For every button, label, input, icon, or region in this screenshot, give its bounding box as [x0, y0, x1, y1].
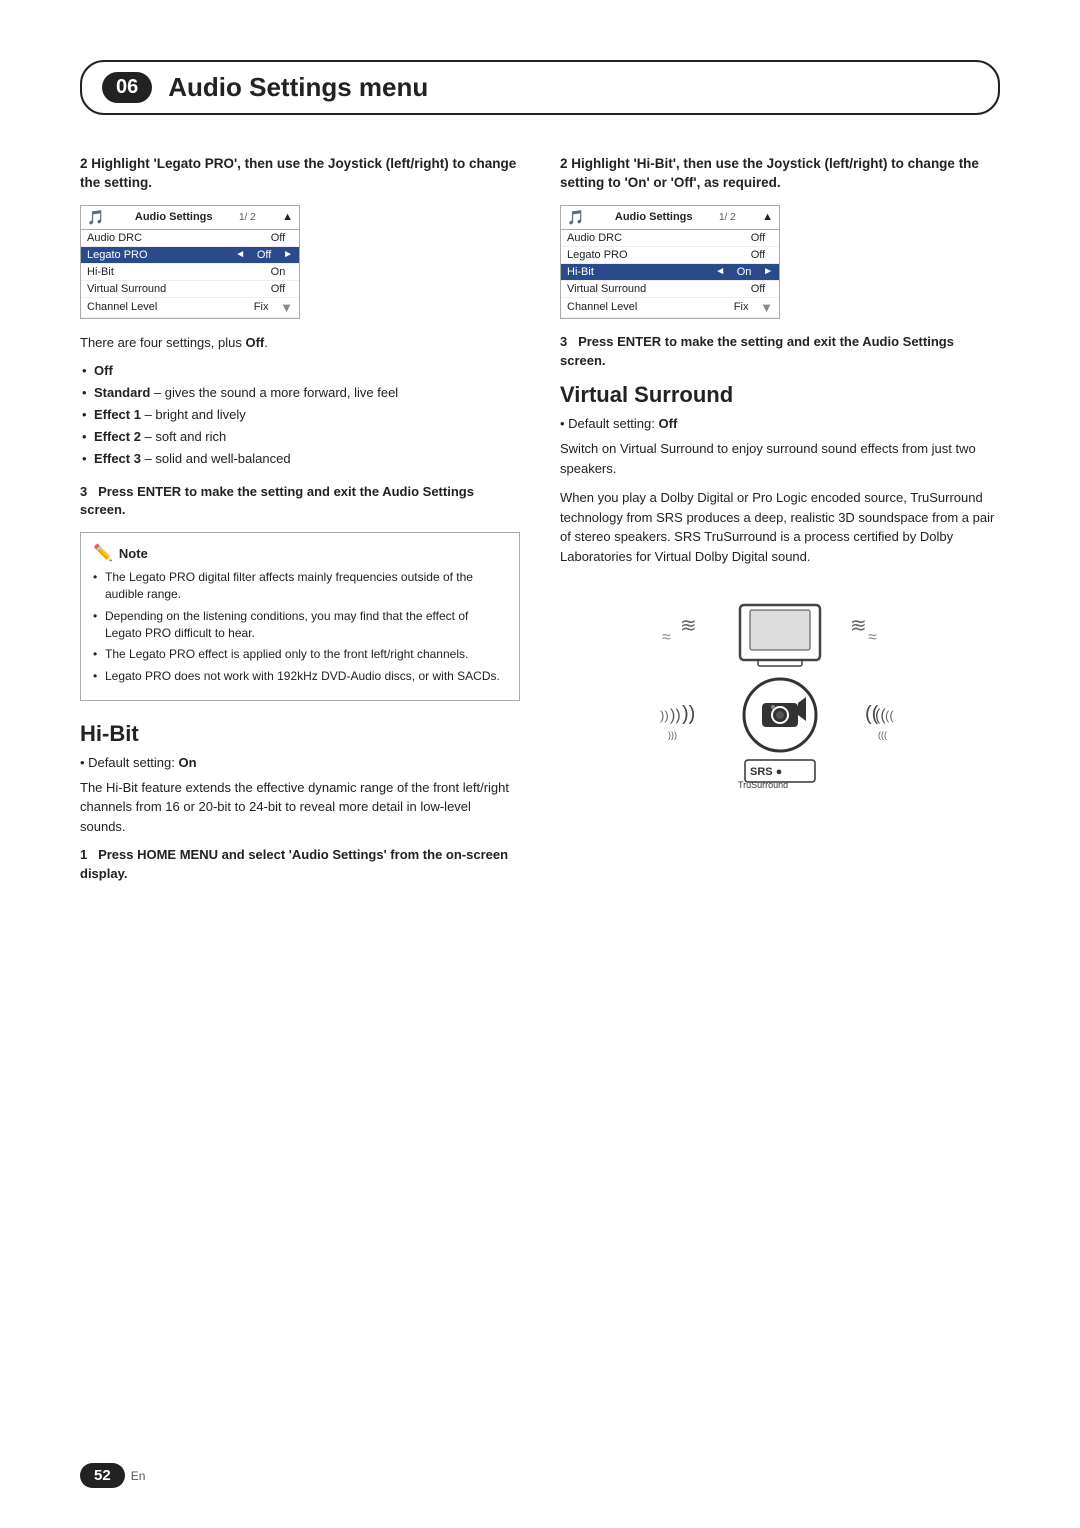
table2-scroll-top-icon: ▲	[762, 211, 773, 223]
svg-text:)): ))	[660, 708, 669, 723]
arrow-left-icon: ◄	[235, 249, 245, 260]
svg-text:SRS ●: SRS ●	[750, 766, 782, 778]
table1-page: 1/ 2	[239, 212, 256, 223]
arrow-right-2-icon: ►	[763, 266, 773, 277]
table1-row-3: Virtual Surround Off	[81, 281, 299, 298]
left-column: 2 Highlight 'Legato PRO', then use the J…	[80, 155, 520, 896]
chapter-title: Audio Settings menu	[168, 72, 428, 103]
table2-title: Audio Settings	[615, 211, 693, 223]
table2-header: 🎵 Audio Settings 1/ 2 ▲	[561, 206, 779, 230]
table2-row-4: Channel Level Fix ▼	[561, 298, 779, 318]
table2-row-2: Hi-Bit ◄ On ►	[561, 264, 779, 281]
hibit-body: The Hi-Bit feature extends the effective…	[80, 778, 520, 837]
virtual-surround-section: Virtual Surround • Default setting: Off …	[560, 382, 1000, 790]
chapter-header: 06 Audio Settings menu	[80, 60, 1000, 115]
note-box: ✏️ Note The Legato PRO digital filter af…	[80, 532, 520, 701]
audio-table-2: 🎵 Audio Settings 1/ 2 ▲ Audio DRC Off Le…	[560, 205, 780, 319]
table1-row-0: Audio DRC Off	[81, 230, 299, 247]
hibit-section: Hi-Bit • Default setting: On The Hi-Bit …	[80, 721, 520, 884]
svg-text:TruSurround: TruSurround	[738, 780, 788, 790]
table2-row-1: Legato PRO Off	[561, 247, 779, 264]
arrow-left-2-icon: ◄	[715, 266, 725, 277]
hibit-step1: 1 Press HOME MENU and select 'Audio Sett…	[80, 846, 520, 884]
step3-right-heading: 3 Press ENTER to make the setting and ex…	[560, 333, 1000, 371]
page-footer: 52 En	[80, 1463, 145, 1488]
table2-row-0: Audio DRC Off	[561, 230, 779, 247]
step2-right-heading: 2 Highlight 'Hi-Bit', then use the Joyst…	[560, 155, 1000, 193]
arrow-right-icon: ►	[283, 249, 293, 260]
svg-text:(((: (((	[878, 730, 887, 740]
list-item: Standard – gives the sound a more forwar…	[80, 384, 520, 403]
virtual-surround-body1: Switch on Virtual Surround to enjoy surr…	[560, 439, 1000, 478]
list-item: Effect 3 – solid and well-balanced	[80, 450, 520, 469]
hibit-heading: Hi-Bit	[80, 721, 520, 747]
chapter-num: 06	[102, 72, 152, 103]
note-icon: ✏️	[93, 543, 113, 563]
table2-scroll-bottom-icon: ▼	[760, 300, 773, 315]
settings-bullet-list: Off Standard – gives the sound a more fo…	[80, 362, 520, 468]
svg-text:)): ))	[682, 703, 695, 725]
svg-text:≈: ≈	[662, 629, 671, 646]
page-lang: En	[131, 1469, 146, 1483]
table1-row-4: Channel Level Fix ▼	[81, 298, 299, 318]
virtual-surround-heading: Virtual Surround	[560, 382, 1000, 408]
table1-scroll-bottom-icon: ▼	[280, 300, 293, 315]
table1-row-1: Legato PRO ◄ Off ►	[81, 247, 299, 264]
step3-left-heading: 3 Press ENTER to make the setting and ex…	[80, 483, 520, 521]
list-item: Off	[80, 362, 520, 381]
page-container: 06 Audio Settings menu 2 Highlight 'Lega…	[0, 0, 1080, 1528]
table2-row-3: Virtual Surround Off	[561, 281, 779, 298]
srs-diagram: ≋ ≈ ≋ ≈ )) )) ))	[560, 590, 1000, 790]
audio-table-1: 🎵 Audio Settings 1/ 2 ▲ Audio DRC Off Le…	[80, 205, 300, 319]
table1-header: 🎵 Audio Settings 1/ 2 ▲	[81, 206, 299, 230]
note-header: ✏️ Note	[93, 543, 507, 563]
note-item: Depending on the listening conditions, y…	[93, 608, 507, 642]
note-item: The Legato PRO effect is applied only to…	[93, 646, 507, 663]
list-item: Effect 2 – soft and rich	[80, 428, 520, 447]
step2-left-heading: 2 Highlight 'Legato PRO', then use the J…	[80, 155, 520, 193]
main-content: 2 Highlight 'Legato PRO', then use the J…	[80, 155, 1000, 896]
note-label: Note	[119, 546, 148, 561]
right-column: 2 Highlight 'Hi-Bit', then use the Joyst…	[560, 155, 1000, 896]
svg-text:)): ))	[670, 707, 681, 724]
svg-text:((: ((	[885, 708, 894, 723]
svg-text:≈: ≈	[868, 629, 877, 646]
note-list: The Legato PRO digital filter affects ma…	[93, 569, 507, 685]
note-item: Legato PRO does not work with 192kHz DVD…	[93, 668, 507, 685]
virtual-surround-body2: When you play a Dolby Digital or Pro Log…	[560, 488, 1000, 566]
page-number: 52	[80, 1463, 125, 1488]
table1-icon: 🎵	[87, 209, 104, 226]
hibit-default: • Default setting: On	[80, 755, 520, 770]
list-item: Effect 1 – bright and lively	[80, 406, 520, 425]
srs-svg: ≋ ≈ ≋ ≈ )) )) ))	[650, 590, 910, 790]
table1-scroll-top-icon: ▲	[282, 211, 293, 223]
table2-page: 1/ 2	[719, 212, 736, 223]
table1-title: Audio Settings	[135, 211, 213, 223]
svg-text:≋: ≋	[680, 615, 697, 637]
note-item: The Legato PRO digital filter affects ma…	[93, 569, 507, 603]
svg-text:≋: ≋	[850, 615, 867, 637]
table1-row-2: Hi-Bit On	[81, 264, 299, 281]
svg-text:))): )))	[668, 730, 677, 740]
settings-intro: There are four settings, plus Off.	[80, 333, 520, 353]
table2-icon: 🎵	[567, 209, 584, 226]
virtual-surround-default: • Default setting: Off	[560, 416, 1000, 431]
